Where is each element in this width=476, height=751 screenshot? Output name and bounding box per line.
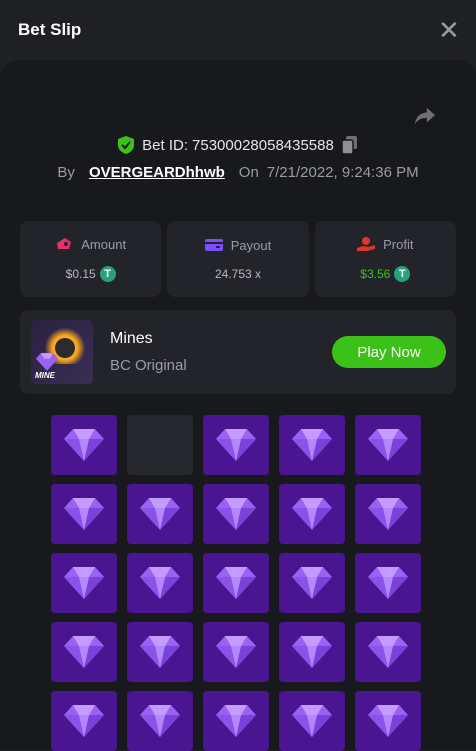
mines-grid — [51, 415, 421, 751]
copy-icon[interactable] — [341, 136, 358, 154]
gem-icon — [368, 705, 408, 737]
gem-tile — [279, 415, 345, 475]
gem-tile — [355, 691, 421, 751]
bet-stats: Amount $0.15 T Payout 24.753 x Profit $3… — [20, 221, 456, 297]
gem-tile — [355, 484, 421, 544]
bet-author-row: By OVERGEARDhhwb On 7/21/2022, 9:24:36 P… — [0, 164, 476, 181]
gem-icon — [216, 705, 256, 737]
gem-tile — [203, 691, 269, 751]
gem-tile — [355, 415, 421, 475]
gem-icon — [140, 636, 180, 668]
username-link[interactable]: OVERGEARDhhwb — [89, 164, 225, 181]
gem-icon — [140, 567, 180, 599]
gem-tile — [127, 691, 193, 751]
gem-icon — [292, 498, 332, 530]
gem-icon — [140, 705, 180, 737]
gem-icon — [292, 429, 332, 461]
gem-tile — [355, 553, 421, 613]
thumbnail-label: MINE — [35, 371, 55, 380]
gem-tile — [279, 622, 345, 682]
stat-label: Profit — [383, 236, 414, 252]
bet-id-row: Bet ID: 75300028058435588 — [0, 136, 476, 154]
game-subtitle: BC Original — [110, 357, 187, 374]
gem-tile — [355, 622, 421, 682]
stat-label: Amount — [81, 236, 127, 252]
stat-amount: Amount $0.15 T — [20, 221, 162, 297]
bet-id-label: Bet ID: — [142, 136, 189, 154]
gem-icon — [216, 636, 256, 668]
game-card: MINE Mines BC Original Play Now — [20, 310, 456, 394]
gem-icon — [64, 498, 104, 530]
game-thumbnail[interactable]: MINE — [31, 320, 93, 384]
stat-value: $3.56 — [360, 267, 391, 281]
gem-icon — [35, 353, 59, 371]
gem-icon — [368, 429, 408, 461]
shield-check-icon — [118, 136, 135, 154]
gem-icon — [64, 636, 104, 668]
gem-icon — [64, 429, 104, 461]
gem-icon — [368, 498, 408, 530]
gem-tile — [127, 622, 193, 682]
gem-tile — [51, 553, 117, 613]
game-name: Mines — [110, 330, 153, 347]
gem-tile — [203, 622, 269, 682]
gem-icon — [140, 498, 180, 530]
usdt-coin-icon: T — [394, 266, 411, 282]
gem-tile — [203, 484, 269, 544]
close-icon[interactable]: ✕ — [438, 17, 460, 43]
bet-slip-panel: Bet ID: 75300028058435588 By OVERGEARDhh… — [0, 60, 476, 751]
gem-icon — [216, 429, 256, 461]
wallet-icon — [57, 238, 72, 249]
gem-tile — [279, 691, 345, 751]
bet-datetime: 7/21/2022, 9:24:36 PM — [266, 164, 419, 181]
gem-icon — [368, 567, 408, 599]
page-title: Bet Slip — [18, 20, 82, 39]
gem-icon — [64, 567, 104, 599]
stat-payout: Payout 24.753 x — [167, 221, 309, 297]
hand-coin-icon — [357, 237, 376, 251]
gem-tile — [279, 553, 345, 613]
gem-tile — [279, 484, 345, 544]
gem-tile — [127, 553, 193, 613]
gem-icon — [368, 636, 408, 668]
gem-icon — [64, 705, 104, 737]
gem-icon — [216, 498, 256, 530]
play-now-button[interactable]: Play Now — [332, 336, 446, 368]
empty-tile — [127, 415, 193, 475]
bet-id-value: 75300028058435588 — [192, 136, 334, 154]
gem-tile — [203, 415, 269, 475]
gem-tile — [51, 691, 117, 751]
header-bar: Bet Slip ✕ — [0, 0, 476, 60]
gem-icon — [216, 567, 256, 599]
stat-value: 24.753 x — [214, 266, 262, 281]
gem-tile — [51, 622, 117, 682]
card-icon — [204, 239, 223, 251]
stat-value: $0.15 — [65, 266, 96, 281]
usdt-coin-icon: T — [99, 265, 116, 282]
gem-icon — [292, 567, 332, 599]
stat-profit: Profit $3.56 T — [314, 221, 456, 297]
on-label: On — [238, 164, 259, 181]
gem-tile — [203, 553, 269, 613]
by-label: By — [57, 164, 75, 181]
gem-icon — [292, 636, 332, 668]
gem-tile — [51, 484, 117, 544]
share-icon[interactable] — [414, 106, 436, 126]
gem-tile — [51, 415, 117, 475]
gem-icon — [292, 705, 332, 737]
stat-label: Payout — [230, 237, 272, 253]
gem-tile — [127, 484, 193, 544]
